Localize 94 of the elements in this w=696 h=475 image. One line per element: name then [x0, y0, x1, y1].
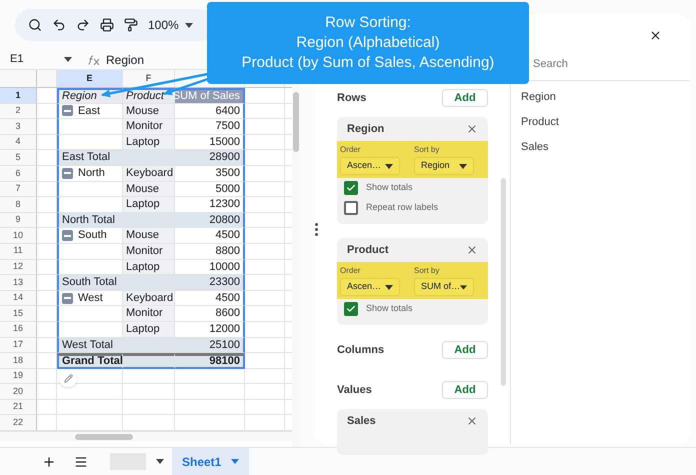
table-cell: Monitor — [123, 119, 175, 135]
row-number[interactable]: 4 — [0, 134, 37, 150]
sort-by-dropdown[interactable]: SUM of… — [414, 278, 474, 296]
row-number[interactable]: 11 — [0, 244, 37, 260]
formula-field[interactable]: Region — [106, 50, 144, 68]
row-label: North — [78, 166, 105, 182]
field-list-item[interactable]: Product — [521, 114, 690, 131]
table-cell: 4500 — [175, 290, 245, 306]
table-cell: 23300 — [175, 275, 245, 291]
table-cell: Laptop — [123, 197, 175, 213]
field-list-item[interactable]: Sales — [521, 139, 690, 156]
field-list-item[interactable]: Region — [521, 89, 690, 106]
table-cell: 20800 — [175, 212, 245, 228]
table-cell: Monitor — [123, 244, 175, 260]
row-number[interactable]: 10 — [0, 228, 37, 244]
table-cell: 3500 — [175, 166, 245, 182]
row-label: Region — [62, 89, 97, 104]
search-field[interactable]: Search — [533, 56, 653, 72]
table-cell: Laptop — [123, 322, 175, 338]
row-number[interactable]: 13 — [0, 275, 37, 291]
row-number[interactable]: 22 — [0, 415, 37, 432]
sheet-tab[interactable]: Sheet1 — [172, 448, 250, 475]
zoom-dropdown[interactable]: 100% — [148, 16, 193, 34]
row-number[interactable]: 7 — [0, 182, 37, 198]
row-label: South — [78, 228, 107, 244]
table-cell: 15000 — [175, 134, 245, 150]
table-cell: 28900 — [175, 150, 245, 166]
table-cell: Laptop — [123, 134, 175, 150]
row-label: North Total — [62, 212, 115, 228]
row-number[interactable]: 2 — [0, 104, 37, 120]
table-cell: 98100 — [175, 353, 245, 369]
order-dropdown[interactable]: Ascen… — [340, 157, 400, 175]
table-cell: 10000 — [175, 260, 245, 276]
row-number[interactable]: 14 — [0, 290, 37, 306]
field-name: Sales — [347, 414, 376, 429]
callout-text: Product (by Sum of Sales, Ascending) — [242, 53, 494, 73]
checkbox-label: Repeat row labels — [366, 201, 438, 214]
row-number[interactable]: 16 — [0, 322, 37, 338]
row-label: West Total — [62, 338, 113, 353]
table-cell: 12300 — [175, 197, 245, 213]
sort-by-dropdown[interactable]: Region — [414, 157, 474, 175]
table-cell: 12000 — [175, 322, 245, 338]
row-number[interactable]: 3 — [0, 119, 37, 135]
dropdown-label: Sort by — [414, 144, 440, 156]
column-header[interactable]: E — [57, 70, 123, 87]
add-button[interactable]: Add — [442, 381, 488, 399]
section-label: Values — [337, 382, 372, 398]
row-number[interactable]: 19 — [0, 368, 37, 384]
row-number[interactable]: 1 — [0, 88, 37, 104]
row-label: East — [78, 104, 100, 119]
callout-text: Row Sorting: — [325, 13, 411, 33]
row-number[interactable]: 17 — [0, 338, 37, 354]
table-cell: Laptop — [123, 260, 175, 276]
row-number[interactable]: 6 — [0, 166, 37, 182]
section-label: Columns — [337, 342, 384, 358]
table-cell: 8800 — [175, 244, 245, 260]
table-cell: Mouse — [123, 182, 175, 198]
column-header[interactable]: F — [123, 70, 175, 87]
table-cell: Mouse — [123, 228, 175, 244]
section-label: Rows — [337, 90, 366, 106]
row-number[interactable]: 5 — [0, 150, 37, 166]
table-cell: 6400 — [175, 104, 245, 120]
table-cell: Mouse — [123, 104, 175, 120]
callout-text: Region (Alphabetical) — [296, 33, 440, 53]
row-number[interactable]: 20 — [0, 384, 37, 400]
row-number[interactable]: 8 — [0, 197, 37, 213]
name-box[interactable]: E1 — [0, 51, 80, 68]
table-cell: 4500 — [175, 228, 245, 244]
field-name: Product — [347, 242, 389, 258]
table-cell: 8600 — [175, 306, 245, 322]
table-cell: Keyboard — [123, 290, 175, 306]
add-button[interactable]: Add — [442, 341, 488, 359]
checkbox-label: Show totals — [366, 302, 413, 316]
dropdown-label: Sort by — [414, 265, 440, 277]
table-cell: 5000 — [175, 182, 245, 198]
add-button[interactable]: Add — [442, 89, 488, 107]
dropdown-label: Order — [340, 144, 362, 156]
row-number[interactable]: 21 — [0, 400, 37, 416]
table-cell: 25100 — [175, 338, 245, 354]
row-label: South Total — [62, 275, 117, 290]
table-cell: Monitor — [123, 306, 175, 322]
order-dropdown[interactable]: Ascen… — [340, 278, 400, 296]
table-cell: 7500 — [175, 119, 245, 135]
row-number[interactable]: 18 — [0, 353, 37, 369]
checkbox-label: Show totals — [366, 181, 413, 194]
row-label: Grand Total — [62, 354, 123, 370]
row-label: West — [78, 290, 103, 306]
row-number[interactable]: 12 — [0, 260, 37, 276]
table-cell: Keyboard — [123, 166, 175, 182]
row-number[interactable]: 15 — [0, 306, 37, 322]
row-label: East Total — [62, 150, 110, 166]
row-number[interactable]: 9 — [0, 212, 37, 228]
field-name: Region — [347, 122, 384, 137]
dropdown-label: Order — [340, 265, 362, 277]
